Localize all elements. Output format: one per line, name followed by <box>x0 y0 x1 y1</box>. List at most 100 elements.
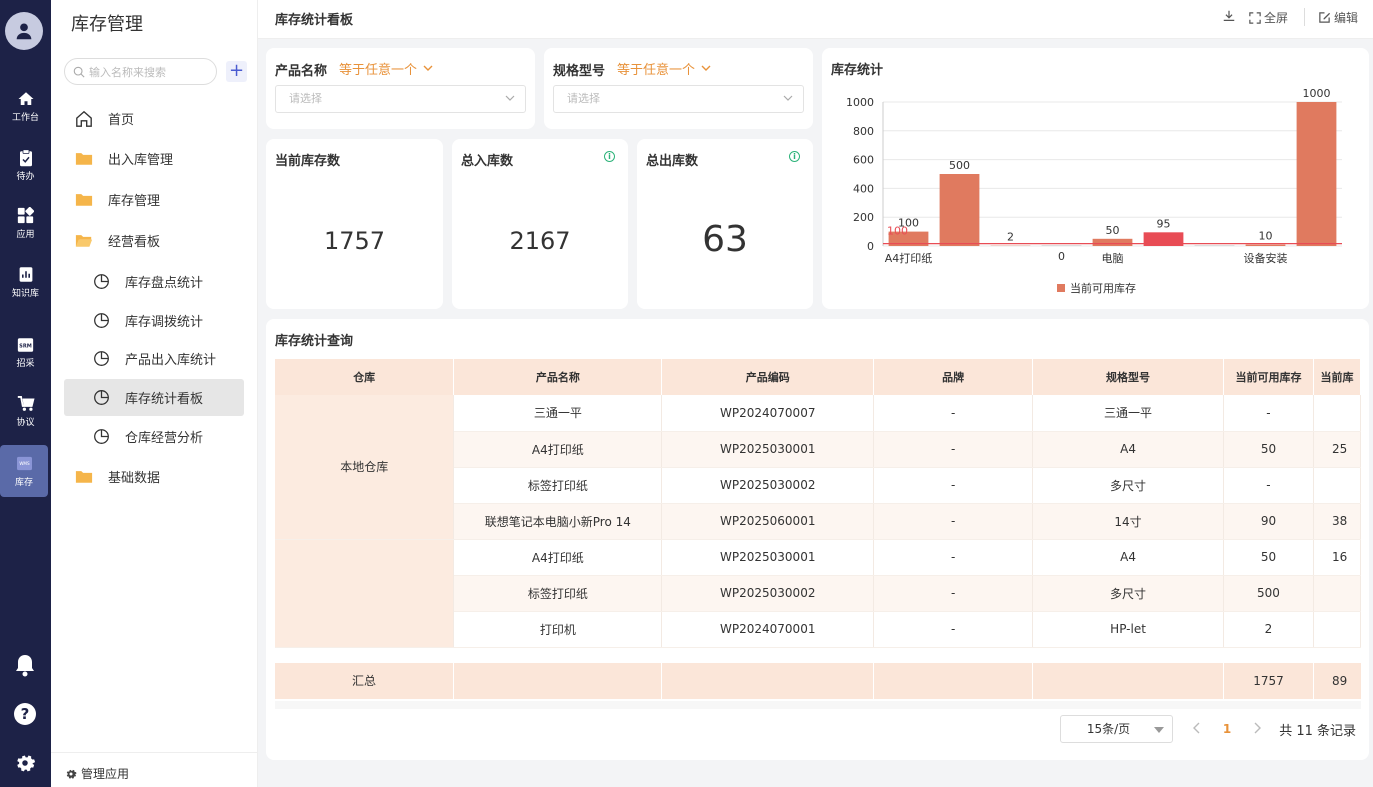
table-cell: 16 <box>1313 539 1361 576</box>
column-header[interactable]: 规格型号 <box>1032 359 1224 395</box>
table-cell: - <box>873 575 1034 612</box>
table-cell: 三通一平 <box>1032 395 1224 432</box>
nav-item-label: 首页 <box>108 113 135 128</box>
table-cell <box>1313 395 1361 432</box>
nav-item-label: 产品出入库统计 <box>125 353 217 368</box>
table-row[interactable]: 本地仓库 三通一平 WP2024070007- 三通一平 - <box>275 395 1361 540</box>
column-header[interactable]: 当前库 <box>1313 359 1361 395</box>
pie-chart-icon <box>91 349 111 369</box>
gear-icon <box>66 769 77 779</box>
rail-item-inventory[interactable]: WMS 库存 <box>0 445 48 497</box>
rail-item-srm[interactable]: SRM 招采 <box>0 326 51 378</box>
table-cell: - <box>873 467 1034 504</box>
nav-item-transfer-stats[interactable]: 库存调拨统计 <box>64 302 244 339</box>
fullscreen-button[interactable]: 全屏 <box>1249 9 1288 26</box>
legend-label: 当前可用库存 <box>1070 281 1136 295</box>
table-cell: WP2025030002 <box>661 575 875 612</box>
x-tick-label: 设备安装 <box>1244 251 1288 265</box>
avatar[interactable] <box>5 12 43 50</box>
clipboard-icon <box>17 148 35 167</box>
product-select[interactable]: 请选择 <box>275 85 526 113</box>
product-filter-card: 产品名称 等于任意一个 请选择 <box>266 48 535 129</box>
table-cell: 2 <box>1223 611 1314 648</box>
spec-select[interactable]: 请选择 <box>553 85 804 113</box>
bar <box>1041 245 1082 246</box>
nav-item-stocktake-stats[interactable]: 库存盘点统计 <box>64 263 244 300</box>
nav-item-warehouse-analysis[interactable]: 仓库经营分析 <box>64 418 244 455</box>
table-cell: - <box>873 539 1034 576</box>
chevron-down-icon <box>783 95 793 101</box>
table-header-row: 仓库 产品名称 产品编码 品牌 规格型号 当前可用库存 当前库 <box>275 359 1361 395</box>
data-label: 10 <box>1259 230 1273 243</box>
add-button[interactable]: + <box>226 61 247 82</box>
nav-item-dashboard-group[interactable]: 经营看板 <box>64 222 244 259</box>
stat-value: 2167 <box>509 227 571 255</box>
rail-item-label: 协议 <box>16 417 35 428</box>
y-tick-label: 400 <box>853 182 874 195</box>
data-label: 2 <box>1007 231 1014 244</box>
current-stock-card: 当前库存数 1757 <box>266 139 443 309</box>
nav-item-home[interactable]: 首页 <box>64 100 244 137</box>
summary-available: 1757 <box>1224 663 1314 699</box>
horizontal-scrollbar[interactable] <box>275 701 1361 709</box>
column-header[interactable]: 品牌 <box>873 359 1034 395</box>
rail-item-knowledge[interactable]: 知识库 <box>0 256 51 308</box>
nav-item-product-inout-stats[interactable]: 产品出入库统计 <box>64 340 244 377</box>
data-label: 95 <box>1157 217 1171 230</box>
data-label: 500 <box>949 159 970 172</box>
prev-page-button[interactable] <box>1189 722 1205 737</box>
stock-table: 仓库 产品名称 产品编码 品牌 规格型号 当前可用库存 当前库 本地仓库 三通一平 WP2024… <box>275 359 1361 648</box>
stat-title: 总入库数 <box>461 154 514 169</box>
manage-app-label: 管理应用 <box>81 767 130 781</box>
table-cell: WP2025060001 <box>661 503 875 540</box>
x-tick-label: 电脑 <box>1102 252 1124 265</box>
filter-operator-dropdown[interactable]: 等于任意一个 <box>339 59 433 78</box>
chevron-down-icon <box>701 65 711 71</box>
table-cell: 50 <box>1223 539 1314 576</box>
filter-operator-dropdown[interactable]: 等于任意一个 <box>617 59 711 78</box>
table-cell: WP2025030001 <box>661 431 875 468</box>
search-icon <box>73 66 85 78</box>
y-tick-label: 800 <box>853 125 874 138</box>
divider <box>51 752 258 753</box>
bar <box>1092 238 1133 246</box>
table-scroll-area[interactable]: 仓库 产品名称 产品编码 品牌 规格型号 当前可用库存 当前库 本地仓库 三通一平 WP2024… <box>275 359 1361 708</box>
summary-cell <box>874 663 1033 699</box>
next-page-button[interactable] <box>1249 722 1265 737</box>
table-cell: 多尺寸 <box>1032 467 1224 504</box>
nav-item-stock[interactable]: 库存管理 <box>64 181 244 218</box>
table-cell: A4打印纸 <box>453 431 663 468</box>
info-icon[interactable]: i <box>789 151 800 162</box>
nav-item-base-data[interactable]: 基础数据 <box>64 458 244 495</box>
column-header[interactable]: 产品名称 <box>453 359 663 395</box>
help-icon[interactable]: ? <box>12 701 38 727</box>
column-header[interactable]: 产品编码 <box>661 359 875 395</box>
manage-app-button[interactable]: 管理应用 <box>65 765 129 782</box>
plus-icon: + <box>228 60 245 81</box>
folder-icon <box>74 467 94 487</box>
column-header[interactable]: 仓库 <box>275 359 455 395</box>
download-button[interactable] <box>1222 9 1236 23</box>
rail-item-label: 知识库 <box>11 288 39 299</box>
nav-item-inout[interactable]: 出入库管理 <box>64 140 244 177</box>
page-number-current[interactable]: 1 <box>1223 722 1231 736</box>
y-tick-label: 0 <box>867 240 874 253</box>
folder-open-icon <box>74 231 94 251</box>
gear-icon[interactable] <box>12 750 38 776</box>
rail-item-todo[interactable]: 待办 <box>0 139 51 191</box>
page-size-select[interactable]: 15条/页 <box>1059 715 1173 743</box>
summary-cell <box>662 663 874 699</box>
rail-item-apps[interactable]: 应用 <box>0 197 51 249</box>
edit-button[interactable]: 编辑 <box>1318 9 1358 26</box>
filter-operator-label: 等于任意一个 <box>617 63 696 78</box>
table-cell: 14寸 <box>1032 503 1224 540</box>
info-icon[interactable]: i <box>604 151 615 162</box>
table-row[interactable]: A4打印纸 WP2025030001- A4 50 16 <box>275 539 1361 648</box>
search-input[interactable]: 输入名称来搜索 <box>64 58 217 85</box>
column-header[interactable]: 当前可用库存 <box>1223 359 1314 395</box>
bell-icon[interactable] <box>12 652 38 678</box>
table-cell: HP-let <box>1032 611 1224 648</box>
rail-item-agreement[interactable]: 协议 <box>0 385 51 437</box>
nav-item-stock-dashboard[interactable]: 库存统计看板 <box>64 379 244 416</box>
rail-item-workbench[interactable]: 工作台 <box>0 80 51 132</box>
